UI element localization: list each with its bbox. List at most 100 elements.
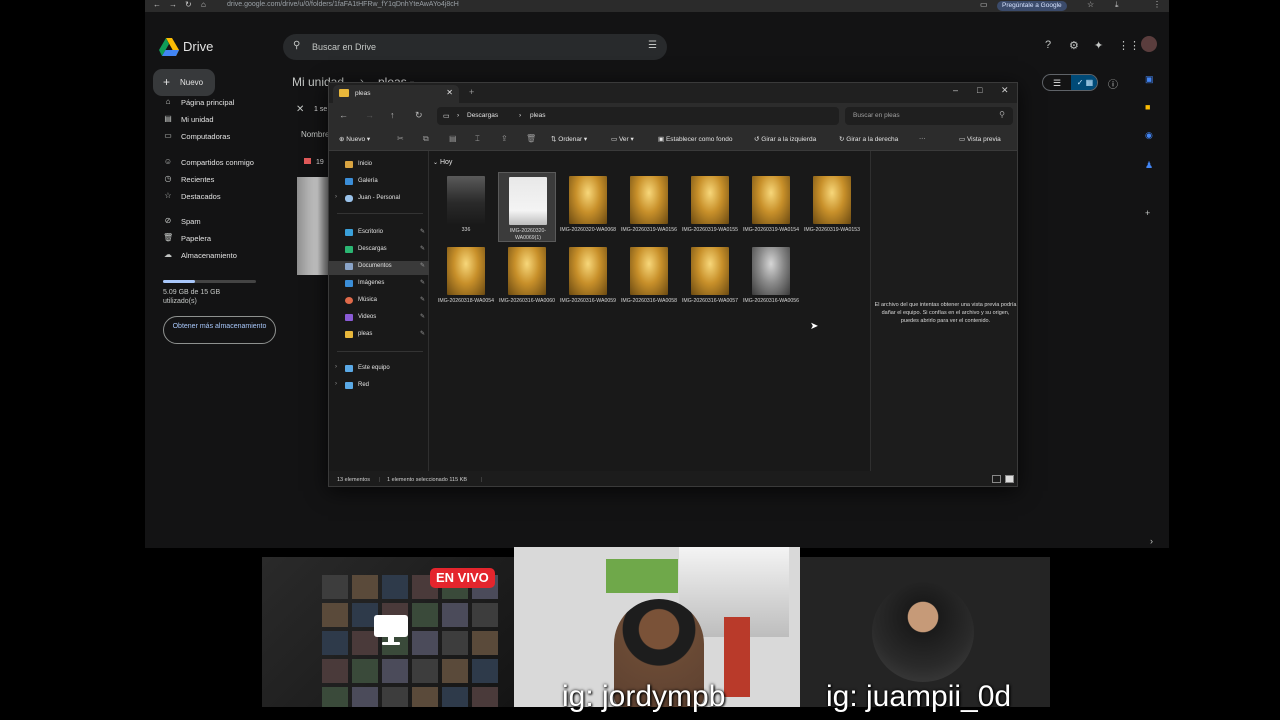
- file-row-peek[interactable]: 19: [304, 158, 324, 166]
- info-icon[interactable]: ⓘ: [1108, 76, 1118, 91]
- nav-item-gallery[interactable]: Galería: [329, 176, 429, 190]
- apps-grid-icon[interactable]: ⋮⋮: [1118, 39, 1140, 52]
- account-avatar[interactable]: [1141, 36, 1157, 52]
- sidebar-item-recent[interactable]: ◷ Recientes: [161, 174, 281, 188]
- file-item[interactable]: 336: [437, 172, 495, 242]
- file-item[interactable]: IMG-20260319-WA0155: [681, 172, 739, 242]
- pin-icon[interactable]: ✎: [420, 245, 425, 252]
- nav-item-pictures[interactable]: Imágenes ✎: [329, 278, 429, 292]
- close-window-icon[interactable]: ✕: [1001, 85, 1009, 96]
- details-view-icon[interactable]: [992, 475, 1001, 483]
- explorer-search-input[interactable]: Buscar en pleas ⚲: [845, 107, 1013, 125]
- expand-chevron-icon[interactable]: ›: [335, 194, 337, 200]
- more-options-button[interactable]: ···: [919, 135, 926, 142]
- nav-item-documents[interactable]: Documentos ✎: [329, 261, 429, 275]
- sidebar-item-home[interactable]: ⌂ Página principal: [161, 97, 281, 111]
- path-segment[interactable]: pleas: [530, 112, 546, 119]
- reload-icon[interactable]: ↻: [185, 0, 192, 9]
- delete-icon[interactable]: 🗑: [526, 134, 536, 143]
- sidebar-item-storage[interactable]: ☁ Almacenamiento: [161, 250, 281, 264]
- group-header[interactable]: ⌄ Hoy: [433, 159, 452, 166]
- nav-item-downloads[interactable]: Descargas ✎: [329, 244, 429, 258]
- nav-item-videos[interactable]: Videos ✎: [329, 312, 429, 326]
- filter-icon[interactable]: ☰: [648, 40, 657, 51]
- sidebar-item-spam[interactable]: ⊘ Spam: [161, 216, 281, 230]
- new-tab-icon[interactable]: +: [469, 87, 474, 97]
- forward-arrow-icon[interactable]: →: [365, 110, 374, 120]
- pin-icon[interactable]: ✎: [420, 296, 425, 303]
- ask-google-button[interactable]: Pregúntale a Google: [997, 1, 1067, 11]
- sidebar-item-starred[interactable]: ☆ Destacados: [161, 191, 281, 205]
- file-item[interactable]: IMG-20260316-WA0059: [559, 243, 617, 313]
- file-item[interactable]: IMG-20260316-WA0057: [681, 243, 739, 313]
- address-bar[interactable]: ← → ↻ ⌂ drive.google.com/drive/u/0/folde…: [145, 0, 1169, 12]
- expand-chevron-icon[interactable]: ›: [335, 364, 337, 370]
- back-arrow-icon[interactable]: ←: [339, 110, 348, 120]
- sidebar-item-my-drive[interactable]: ▤ Mi unidad: [161, 114, 281, 128]
- file-item[interactable]: IMG-20260320-WA0069(1): [498, 172, 556, 242]
- file-item[interactable]: IMG-20260316-WA0058: [620, 243, 678, 313]
- preview-pane-button[interactable]: ▭ Vista previa: [959, 135, 1001, 143]
- address-path[interactable]: ▭ › Descargas › pleas: [437, 107, 839, 125]
- path-segment[interactable]: Descargas: [467, 112, 498, 119]
- expand-chevron-icon[interactable]: ›: [335, 381, 337, 387]
- add-addon-icon[interactable]: +: [1145, 208, 1150, 218]
- rotate-right-button[interactable]: ↻ Girar a la derecha: [839, 135, 898, 143]
- home-icon[interactable]: ⌂: [201, 0, 206, 9]
- calendar-icon[interactable]: ▣: [1145, 74, 1154, 85]
- rotate-left-button[interactable]: ↺ Girar a la izquierda: [754, 135, 816, 143]
- pin-icon[interactable]: ✎: [420, 262, 425, 269]
- explorer-tab[interactable]: pleas ✕: [333, 85, 459, 103]
- nav-item-pleas[interactable]: pleas ✎: [329, 329, 429, 343]
- maximize-icon[interactable]: □: [977, 85, 982, 95]
- new-menu-button[interactable]: ⊕ Nuevo ▾: [339, 135, 370, 143]
- contacts-icon[interactable]: ♟: [1145, 160, 1153, 171]
- tasks-icon[interactable]: ◉: [1145, 130, 1153, 141]
- paste-icon[interactable]: ▤: [449, 134, 457, 143]
- set-background-button[interactable]: ▣ Establecer como fondo: [658, 135, 732, 143]
- nav-item-onedrive[interactable]: › Juan - Personal: [329, 193, 429, 207]
- pin-icon[interactable]: ✎: [420, 279, 425, 286]
- pin-icon[interactable]: ✎: [420, 228, 425, 235]
- share-icon[interactable]: ⇪: [501, 134, 508, 143]
- sidebar-item-shared[interactable]: ☺ Compartidos conmigo: [161, 157, 281, 171]
- expand-panel-icon[interactable]: ›: [1150, 536, 1153, 546]
- column-header-name[interactable]: Nombre: [301, 130, 329, 139]
- pin-icon[interactable]: ✎: [420, 330, 425, 337]
- up-arrow-icon[interactable]: ↑: [390, 110, 395, 120]
- minimize-icon[interactable]: –: [953, 85, 958, 95]
- get-more-storage-button[interactable]: Obtener más almacenamiento: [163, 316, 276, 344]
- close-tab-icon[interactable]: ✕: [446, 88, 453, 97]
- refresh-icon[interactable]: ↻: [415, 110, 423, 121]
- nav-item-network[interactable]: › Red: [329, 380, 429, 394]
- file-item[interactable]: IMG-20260318-WA0054: [437, 243, 495, 313]
- rename-icon[interactable]: ⌶: [475, 134, 480, 144]
- forward-icon[interactable]: →: [169, 0, 177, 9]
- file-item[interactable]: IMG-20260316-WA0060: [498, 243, 556, 313]
- copy-icon[interactable]: ⧉: [423, 134, 429, 144]
- file-item[interactable]: IMG-20260319-WA0154: [742, 172, 800, 242]
- nav-item-music[interactable]: Música ✎: [329, 295, 429, 309]
- bookmark-star-icon[interactable]: ☆: [1087, 0, 1094, 9]
- tiles-view-icon[interactable]: [1005, 475, 1014, 483]
- download-icon[interactable]: ⤓: [1115, 0, 1119, 10]
- clear-selection-icon[interactable]: ✕: [296, 104, 304, 115]
- cast-icon[interactable]: ▭: [980, 0, 988, 9]
- view-button[interactable]: ▭ Ver ▾: [611, 135, 634, 143]
- drive-search-input[interactable]: ⚲ Buscar en Drive ☰: [283, 34, 667, 60]
- file-item[interactable]: IMG-20260319-WA0156: [620, 172, 678, 242]
- keep-icon[interactable]: ■: [1145, 102, 1150, 112]
- cut-icon[interactable]: ✂: [397, 134, 404, 143]
- url-text[interactable]: drive.google.com/drive/u/0/folders/1faFA…: [227, 1, 459, 8]
- help-icon[interactable]: ?: [1045, 39, 1051, 51]
- sidebar-item-trash[interactable]: 🗑 Papelera: [161, 233, 281, 247]
- file-item[interactable]: IMG-20260320-WA0068: [559, 172, 617, 242]
- nav-item-this-pc[interactable]: › Este equipo: [329, 363, 429, 377]
- back-icon[interactable]: ←: [153, 0, 161, 9]
- file-item[interactable]: IMG-20260316-WA0056: [742, 243, 800, 313]
- view-toggle[interactable]: ☰ ✓ ▦: [1042, 74, 1098, 91]
- new-button[interactable]: + Nuevo: [153, 69, 215, 96]
- grid-view-icon[interactable]: ✓ ▦: [1071, 75, 1097, 90]
- list-view-icon[interactable]: ☰: [1043, 75, 1071, 90]
- pin-icon[interactable]: ✎: [420, 313, 425, 320]
